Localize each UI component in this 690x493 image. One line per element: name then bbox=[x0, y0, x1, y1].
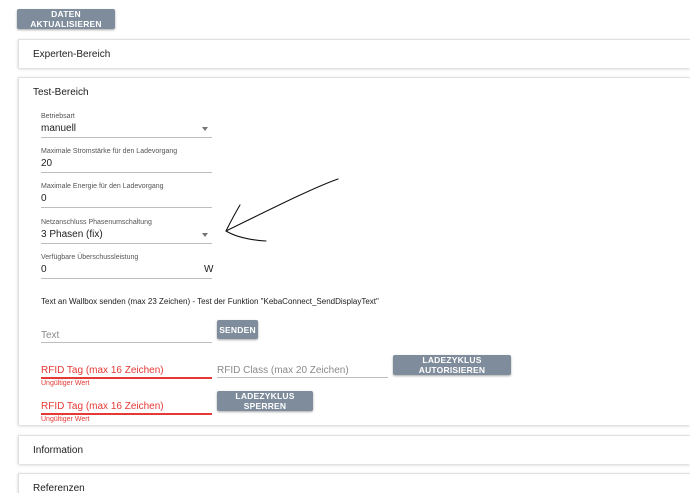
energie-underline bbox=[41, 207, 212, 208]
display-text-input[interactable]: Text bbox=[41, 330, 59, 341]
rfid-tag-error: Ungültiger Wert bbox=[41, 380, 90, 387]
phasen-underline bbox=[41, 243, 212, 244]
ueberschuss-underline bbox=[41, 278, 212, 279]
arrow-annotation-icon bbox=[225, 178, 339, 242]
phasen-select[interactable]: 3 Phasen (fix) bbox=[41, 229, 103, 240]
send-button[interactable]: SENDEN bbox=[217, 320, 258, 339]
energie-label: Maximale Energie für den Ladevorgang bbox=[41, 183, 164, 190]
panel-title-experten: Experten-Bereich bbox=[33, 49, 111, 60]
betriebsart-select[interactable]: manuell bbox=[41, 123, 76, 134]
phasen-label: Netzanschluss Phasenumschaltung bbox=[41, 219, 152, 226]
display-text-underline bbox=[41, 342, 212, 343]
panel-referenzen[interactable]: Referenzen bbox=[18, 473, 690, 493]
panel-experten[interactable]: Experten-Bereich bbox=[18, 39, 690, 68]
rfid-tag-block-underline bbox=[41, 413, 212, 415]
rfid-tag-block-input[interactable]: RFID Tag (max 16 Zeichen) bbox=[41, 401, 164, 412]
ueberschuss-input[interactable]: 0 bbox=[41, 264, 47, 275]
chevron-down-icon[interactable] bbox=[202, 127, 208, 131]
rfid-tag-underline bbox=[41, 377, 212, 379]
energie-input[interactable]: 0 bbox=[41, 193, 47, 204]
rfid-tag-block-error: Ungültiger Wert bbox=[41, 416, 90, 423]
refresh-data-button[interactable]: DATEN AKTUALISIEREN bbox=[17, 9, 115, 29]
ueberschuss-label: Verfügbare Überschussleistung bbox=[41, 254, 139, 261]
chevron-down-icon[interactable] bbox=[202, 233, 208, 237]
ueberschuss-unit: W bbox=[204, 264, 214, 275]
display-text-info: Text an Wallbox senden (max 23 Zeichen) … bbox=[41, 297, 379, 306]
panel-title-test[interactable]: Test-Bereich bbox=[33, 87, 89, 98]
stromstaerke-label: Maximale Stromstärke für den Ladevorgang bbox=[41, 148, 178, 155]
rfid-class-input[interactable]: RFID Class (max 20 Zeichen) bbox=[217, 365, 349, 376]
panel-information[interactable]: Information bbox=[18, 435, 690, 464]
panel-title-information: Information bbox=[33, 445, 84, 456]
rfid-tag-input[interactable]: RFID Tag (max 16 Zeichen) bbox=[41, 365, 164, 376]
block-charging-button[interactable]: LADEZYKLUS SPERREN bbox=[217, 391, 313, 411]
rfid-class-underline bbox=[217, 377, 388, 378]
stromstaerke-underline bbox=[41, 172, 212, 173]
panel-title-referenzen: Referenzen bbox=[33, 483, 85, 493]
authorize-charging-button[interactable]: LADEZYKLUS AUTORISIEREN bbox=[393, 355, 511, 375]
stromstaerke-input[interactable]: 20 bbox=[41, 158, 52, 169]
betriebsart-label: Betriebsart bbox=[41, 113, 75, 120]
betriebsart-underline bbox=[41, 137, 212, 138]
